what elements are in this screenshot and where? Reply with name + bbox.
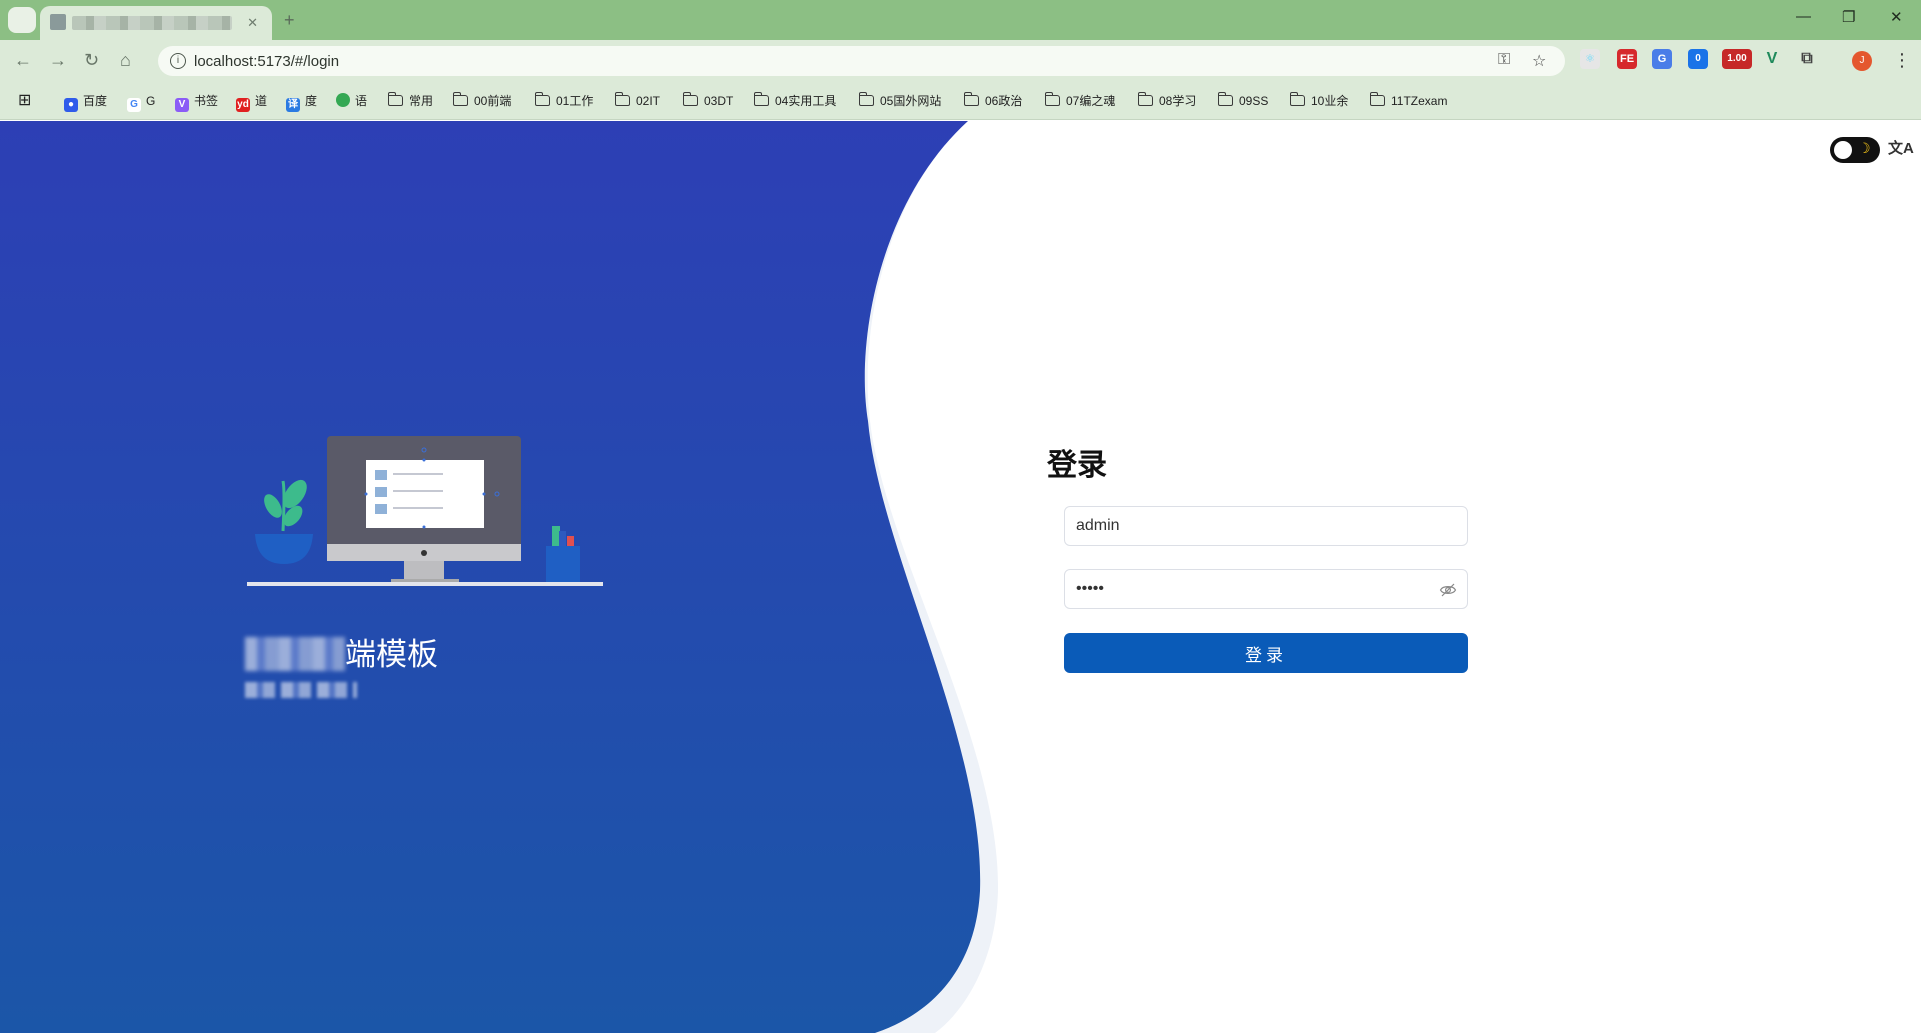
- home-icon[interactable]: ⌂: [120, 50, 131, 71]
- folder-icon: [753, 92, 769, 106]
- password-field[interactable]: [1064, 569, 1468, 609]
- bookmark-folder-changyong[interactable]: 常用: [387, 92, 433, 110]
- password-input[interactable]: [1065, 570, 1467, 608]
- brand-title-redacted: [245, 637, 345, 671]
- back-icon[interactable]: ←: [14, 50, 32, 71]
- bookmark-shuqian[interactable]: V 书签: [175, 92, 218, 112]
- url-text: localhost:5173/#/login: [194, 53, 340, 70]
- baidu-icon: ●: [64, 98, 78, 112]
- forward-icon[interactable]: →: [49, 50, 67, 71]
- minimize-icon[interactable]: —: [1796, 8, 1811, 25]
- brand-title: 端模板: [245, 629, 438, 674]
- bookmark-folder-05[interactable]: 05国外网站: [858, 92, 941, 110]
- bookmark-folder-07[interactable]: 07编之魂: [1044, 92, 1115, 110]
- tab-search-icon[interactable]: [8, 7, 36, 33]
- browser-toolbar: ← → ↻ ⌂ i localhost:5173/#/login ⚿ ☆ ⚛ F…: [0, 40, 1921, 82]
- folder-icon: [1044, 92, 1060, 106]
- bookmark-folder-00[interactable]: 00前端: [452, 92, 511, 110]
- active-tab[interactable]: ✕: [40, 6, 272, 40]
- username-field[interactable]: [1064, 506, 1468, 546]
- desktop-illustration: [247, 436, 603, 586]
- close-window-icon[interactable]: ✕: [1890, 8, 1903, 26]
- folder-icon: [858, 92, 874, 106]
- bookmark-youdao[interactable]: yd 道: [236, 92, 267, 112]
- menu-icon[interactable]: ⋮: [1893, 50, 1911, 71]
- folder-icon: [452, 92, 468, 106]
- bookmark-folder-01[interactable]: 01工作: [534, 92, 593, 110]
- username-input[interactable]: [1065, 507, 1467, 545]
- folder-icon: [1369, 92, 1385, 106]
- language-icon[interactable]: 文A: [1888, 137, 1914, 158]
- bookmark-yu[interactable]: 语: [336, 92, 367, 110]
- bookmark-fanyi[interactable]: 译度: [286, 92, 317, 112]
- vite-icon: V: [175, 98, 189, 112]
- bookmark-folder-04[interactable]: 04实用工具: [753, 92, 836, 110]
- bookmark-folder-06[interactable]: 06政治: [963, 92, 1022, 110]
- translate-extension-icon[interactable]: G: [1652, 49, 1672, 69]
- puzzle-extensions-icon[interactable]: ⧉: [1797, 49, 1817, 69]
- bookmark-folder-03[interactable]: 03DT: [682, 92, 733, 110]
- badge-extension-icon[interactable]: 0: [1688, 49, 1708, 69]
- brand-subtitle-redacted: [245, 682, 357, 698]
- leaf-icon: [336, 93, 350, 107]
- fe-extension-icon[interactable]: FE: [1617, 49, 1637, 69]
- tab-strip: ✕ + — ❐ ✕: [0, 0, 1921, 40]
- bookmark-google[interactable]: GG: [127, 92, 155, 112]
- folder-icon: [963, 92, 979, 106]
- folder-icon: [387, 92, 403, 106]
- tab-title-redacted: [72, 16, 232, 30]
- bookmark-folder-02[interactable]: 02IT: [614, 92, 660, 110]
- eye-off-icon[interactable]: [1439, 581, 1457, 599]
- password-key-icon[interactable]: ⚿: [1498, 51, 1510, 69]
- bookmarks-bar: ⊞ ● 百度 GG V 书签 yd 道 译度 语 常用 00前端 01工作 02IT …: [0, 82, 1921, 120]
- login-title: 登录: [1047, 449, 1107, 482]
- bookmark-baidu[interactable]: ● 百度: [64, 92, 107, 112]
- bookmark-folder-09[interactable]: 09SS: [1217, 92, 1268, 110]
- profile-avatar[interactable]: J: [1852, 51, 1872, 71]
- folder-icon: [1217, 92, 1233, 106]
- folder-icon: [1289, 92, 1305, 106]
- login-page: 端模板 ☽ 文A 登录 登录: [0, 121, 1921, 1033]
- rate-extension-icon[interactable]: 1.00: [1722, 49, 1752, 69]
- reload-icon[interactable]: ↻: [84, 50, 99, 71]
- dark-mode-toggle[interactable]: ☽: [1830, 137, 1880, 163]
- toggle-knob: [1834, 141, 1852, 159]
- moon-icon: ☽: [1858, 140, 1871, 156]
- youdao-icon: yd: [236, 98, 250, 112]
- folder-icon: [682, 92, 698, 106]
- bookmark-star-icon[interactable]: ☆: [1532, 51, 1546, 71]
- react-devtools-icon[interactable]: ⚛: [1580, 49, 1600, 69]
- vue-devtools-icon[interactable]: V: [1762, 49, 1782, 69]
- apps-grid-icon[interactable]: ⊞: [18, 92, 31, 110]
- login-button[interactable]: 登录: [1064, 633, 1468, 673]
- bookmark-folder-10[interactable]: 10业余: [1289, 92, 1348, 110]
- browser-window: ✕ + — ❐ ✕ ← → ↻ ⌂ i localhost:5173/#/log…: [0, 0, 1921, 1033]
- new-tab-icon[interactable]: +: [284, 10, 295, 31]
- tab-close-icon[interactable]: ✕: [247, 15, 258, 31]
- tab-favicon-icon: [50, 14, 66, 30]
- folder-icon: [534, 92, 550, 106]
- folder-icon: [614, 92, 630, 106]
- translate-icon: 译: [286, 98, 300, 112]
- address-bar[interactable]: i localhost:5173/#/login ⚿ ☆: [158, 46, 1565, 76]
- bookmark-folder-11[interactable]: 11TZexam: [1369, 92, 1447, 110]
- bookmark-folder-08[interactable]: 08学习: [1137, 92, 1196, 110]
- folder-icon: [1137, 92, 1153, 106]
- restore-icon[interactable]: ❐: [1842, 8, 1855, 26]
- google-icon: G: [127, 98, 141, 112]
- site-info-icon[interactable]: i: [170, 53, 186, 69]
